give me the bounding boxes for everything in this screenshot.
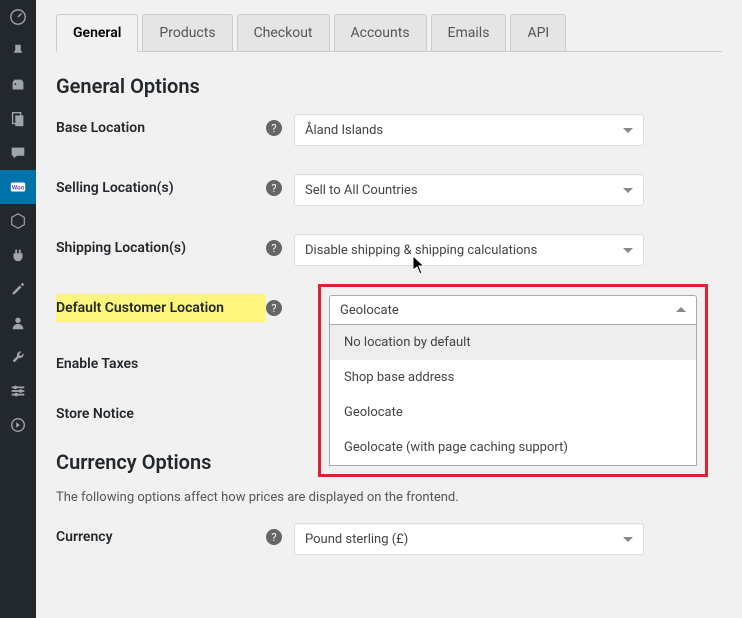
collapse-icon[interactable] bbox=[0, 408, 36, 442]
chevron-up-icon bbox=[676, 302, 686, 312]
select-selling-locations[interactable]: Sell to All Countries bbox=[294, 174, 644, 206]
option-no-location[interactable]: No location by default bbox=[330, 325, 696, 360]
option-shop-base[interactable]: Shop base address bbox=[330, 360, 696, 395]
row-currency: Currency ? Pound sterling (£) bbox=[56, 523, 722, 555]
comments-icon[interactable] bbox=[0, 136, 36, 170]
admin-sidebar: Woo bbox=[0, 0, 36, 618]
select-default-customer-location[interactable]: Geolocate bbox=[329, 295, 697, 325]
tools-icon[interactable] bbox=[0, 340, 36, 374]
dashboard-icon[interactable] bbox=[0, 0, 36, 34]
row-shipping-locations: Shipping Location(s) ? Disable shipping … bbox=[56, 234, 722, 266]
help-icon[interactable]: ? bbox=[266, 240, 282, 256]
products-icon[interactable] bbox=[0, 204, 36, 238]
select-value: Disable shipping & shipping calculations bbox=[305, 243, 537, 258]
label-shipping-locations: Shipping Location(s) bbox=[56, 234, 266, 256]
help-icon[interactable]: ? bbox=[266, 120, 282, 136]
pages-icon[interactable] bbox=[0, 102, 36, 136]
users-icon[interactable] bbox=[0, 306, 36, 340]
tab-checkout[interactable]: Checkout bbox=[237, 14, 330, 51]
select-base-location[interactable]: Åland Islands bbox=[294, 114, 644, 146]
settings-tabs: General Products Checkout Accounts Email… bbox=[56, 14, 722, 52]
settings-icon[interactable] bbox=[0, 374, 36, 408]
tab-products[interactable]: Products bbox=[142, 14, 232, 51]
media-icon[interactable] bbox=[0, 68, 36, 102]
label-currency: Currency bbox=[56, 523, 266, 545]
label-default-customer-location: Default Customer Location bbox=[56, 294, 266, 322]
chevron-down-icon bbox=[623, 537, 633, 547]
label-selling-locations: Selling Location(s) bbox=[56, 174, 266, 196]
pin-icon[interactable] bbox=[0, 34, 36, 68]
chevron-down-icon bbox=[623, 248, 633, 258]
svg-text:Woo: Woo bbox=[12, 184, 25, 192]
label-base-location: Base Location bbox=[56, 114, 266, 136]
row-selling-locations: Selling Location(s) ? Sell to All Countr… bbox=[56, 174, 722, 206]
appearance-icon[interactable] bbox=[0, 272, 36, 306]
chevron-down-icon bbox=[623, 188, 633, 198]
plugins-icon[interactable] bbox=[0, 238, 36, 272]
tab-general[interactable]: General bbox=[56, 14, 138, 52]
select-value: Geolocate bbox=[340, 303, 399, 318]
select-value: Åland Islands bbox=[305, 123, 383, 138]
tab-accounts[interactable]: Accounts bbox=[334, 14, 427, 51]
dropdown-default-customer-location: No location by default Shop base address… bbox=[329, 325, 697, 466]
option-geolocate[interactable]: Geolocate bbox=[330, 395, 696, 430]
annotation-highlight-box: Geolocate No location by default Shop ba… bbox=[318, 284, 708, 477]
chevron-down-icon bbox=[623, 128, 633, 138]
general-options-heading: General Options bbox=[56, 74, 722, 98]
row-base-location: Base Location ? Åland Islands bbox=[56, 114, 722, 146]
woocommerce-icon[interactable]: Woo bbox=[0, 170, 36, 204]
help-icon[interactable]: ? bbox=[266, 180, 282, 196]
select-value: Sell to All Countries bbox=[305, 183, 418, 198]
select-currency[interactable]: Pound sterling (£) bbox=[294, 523, 644, 555]
currency-options-description: The following options affect how prices … bbox=[56, 490, 722, 505]
option-geolocate-caching[interactable]: Geolocate (with page caching support) bbox=[330, 430, 696, 465]
tab-emails[interactable]: Emails bbox=[431, 14, 507, 51]
select-shipping-locations[interactable]: Disable shipping & shipping calculations bbox=[294, 234, 644, 266]
label-enable-taxes: Enable Taxes bbox=[56, 350, 266, 372]
label-store-notice: Store Notice bbox=[56, 400, 266, 422]
select-value: Pound sterling (£) bbox=[305, 532, 408, 547]
help-icon[interactable]: ? bbox=[266, 529, 282, 545]
help-icon[interactable]: ? bbox=[266, 300, 282, 316]
tab-api[interactable]: API bbox=[510, 14, 566, 51]
